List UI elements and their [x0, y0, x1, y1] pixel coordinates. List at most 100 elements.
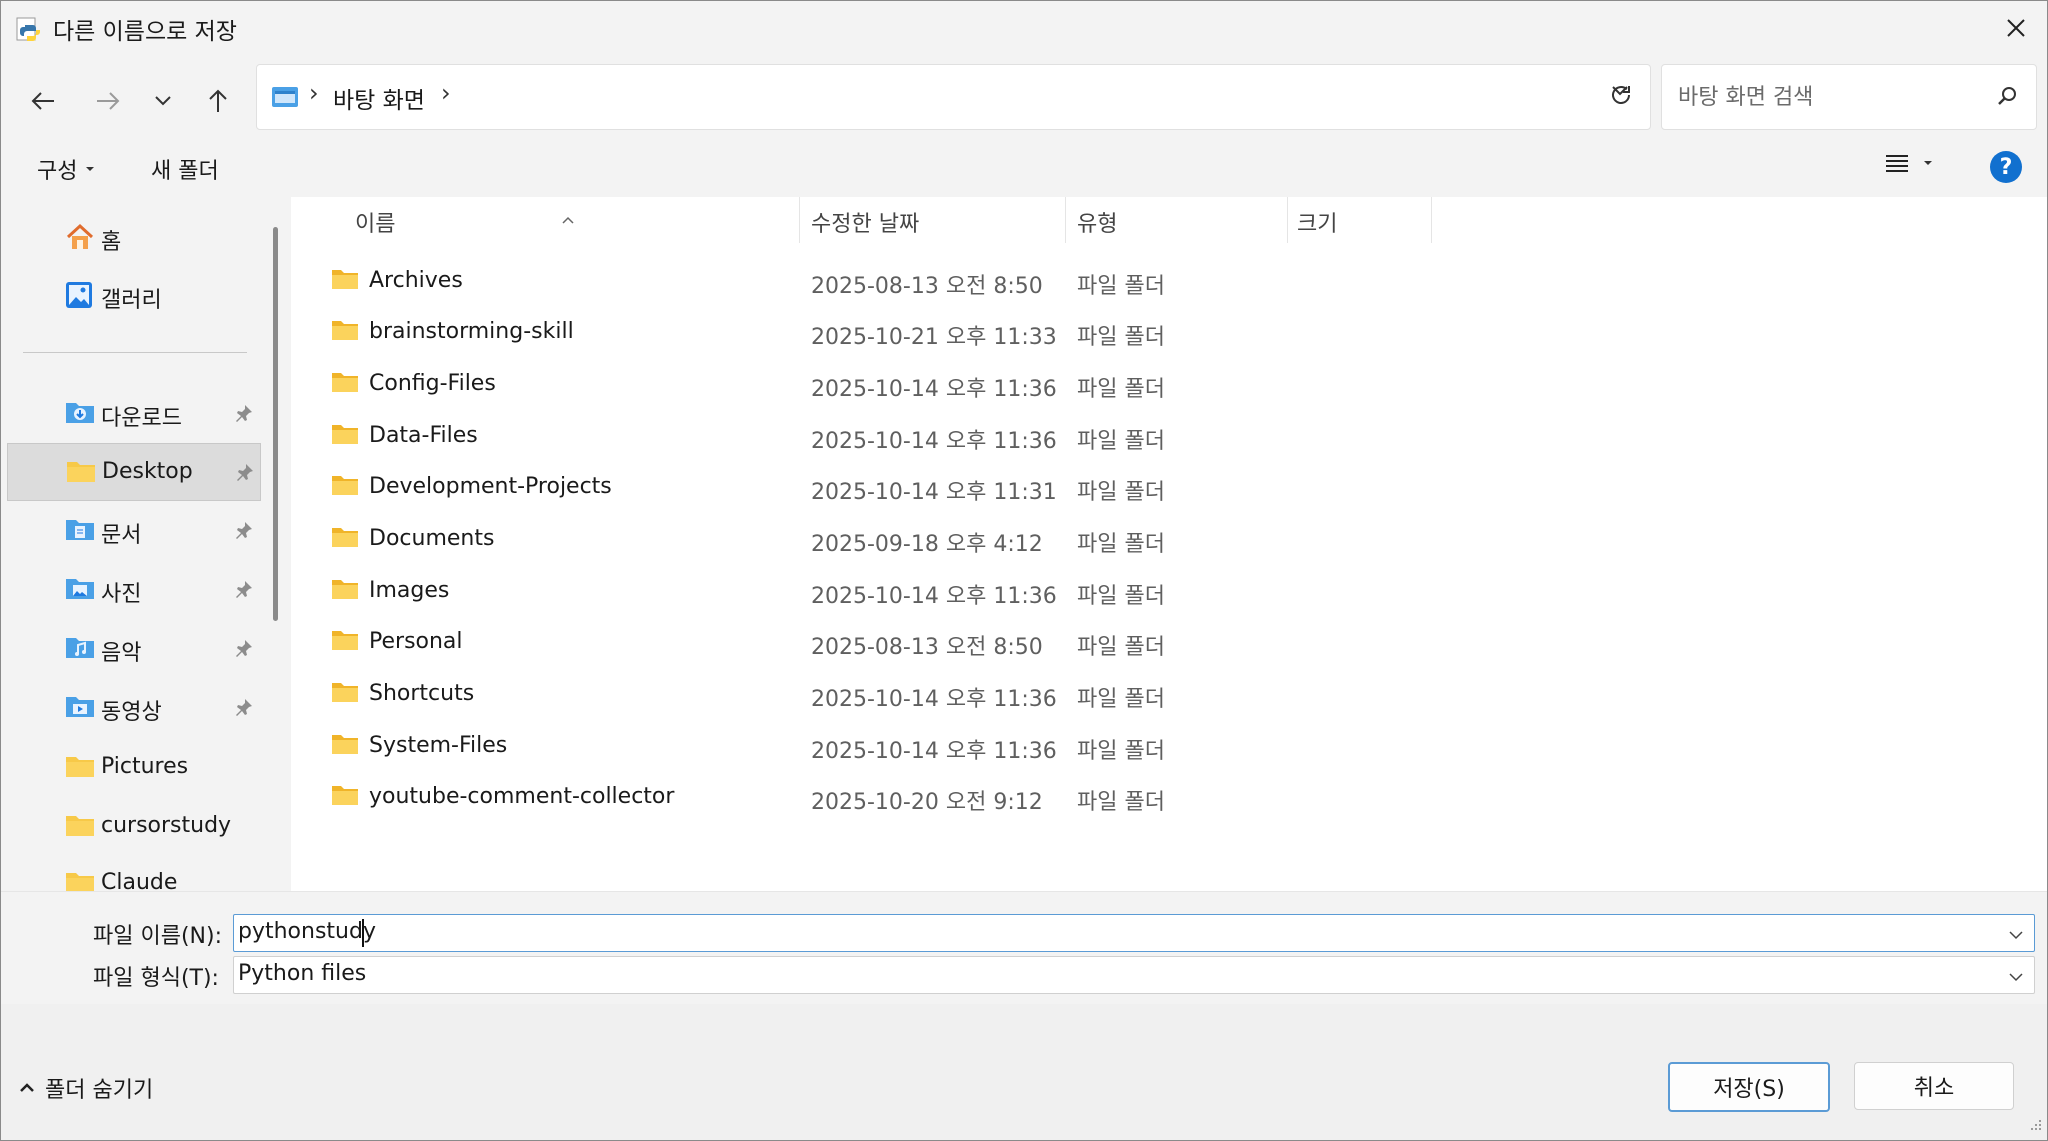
close-button[interactable]: [1985, 1, 2047, 55]
pin-icon[interactable]: [236, 462, 254, 487]
recent-locations-button[interactable]: [141, 79, 185, 123]
save-as-dialog: 다른 이름으로 저장 › 바탕 화면 › 바탕 화면 검색 구성 새 폴더 ? …: [0, 0, 2048, 1141]
file-row[interactable]: youtube-comment-collector 2025-10-20 오전 …: [291, 772, 1191, 822]
filetype-select[interactable]: Python files: [233, 956, 2035, 994]
file-row[interactable]: Shortcuts 2025-10-14 오후 11:36 파일 폴더: [291, 669, 1191, 719]
folder-icon: [331, 784, 359, 812]
sidebar-item-desktop[interactable]: Desktop: [7, 443, 261, 501]
folder-icon: [65, 812, 94, 840]
sidebar-item-pictures-folder[interactable]: Pictures: [7, 739, 259, 795]
title-bar: 다른 이름으로 저장: [1, 1, 2047, 55]
folder-icon: [331, 319, 359, 347]
pin-icon[interactable]: [235, 520, 253, 545]
sidebar-item-label: 음악: [101, 641, 142, 666]
sidebar-item-gallery[interactable]: 갤러리: [7, 267, 259, 323]
file-type: 파일 폴더: [1077, 325, 1165, 350]
forward-button[interactable]: [86, 79, 130, 123]
sidebar-scrollbar[interactable]: [273, 227, 278, 621]
column-header-modified[interactable]: 수정한 날짜: [801, 197, 1065, 243]
filename-label: 파일 이름(N):: [93, 924, 222, 949]
sidebar-item-videos[interactable]: 동영상: [7, 679, 259, 735]
file-row[interactable]: Images 2025-10-14 오후 11:36 파일 폴더: [291, 566, 1191, 616]
help-button[interactable]: ?: [1990, 151, 2022, 183]
column-header-name[interactable]: 이름: [291, 197, 801, 243]
file-row[interactable]: Archives 2025-08-13 오전 8:50 파일 폴더: [291, 256, 1191, 306]
file-name: Documents: [369, 526, 495, 551]
file-row[interactable]: Data-Files 2025-10-14 오후 11:36 파일 폴더: [291, 411, 1191, 461]
breadcrumb-desktop[interactable]: 바탕 화면: [333, 81, 425, 115]
search-box[interactable]: [1661, 64, 2037, 130]
file-modified: 2025-10-14 오후 11:36: [811, 377, 1057, 402]
pin-icon[interactable]: [235, 697, 253, 722]
pin-icon[interactable]: [235, 403, 253, 428]
organize-button[interactable]: 구성: [37, 153, 95, 185]
pin-icon[interactable]: [235, 638, 253, 663]
file-name: Data-Files: [369, 423, 478, 448]
folder-icon: [331, 371, 359, 399]
column-divider[interactable]: [799, 197, 800, 243]
sidebar-item-claude[interactable]: Claude: [7, 855, 259, 891]
change-view-button[interactable]: [1885, 153, 1933, 173]
dialog-title: 다른 이름으로 저장: [53, 19, 237, 45]
address-bar[interactable]: › 바탕 화면 ›: [256, 64, 1651, 130]
python-icon: [15, 15, 43, 43]
file-name: Config-Files: [369, 371, 496, 396]
save-button[interactable]: 저장(S): [1668, 1062, 1830, 1112]
breadcrumb-separator[interactable]: ›: [441, 79, 451, 107]
arrow-right-icon: [97, 92, 120, 110]
file-modified: 2025-10-21 오후 11:33: [811, 325, 1057, 350]
caret-down-icon: [1924, 161, 1932, 165]
pin-icon[interactable]: [235, 579, 253, 604]
folder-icon: [331, 629, 359, 657]
sidebar-item-label: Claude: [101, 870, 178, 891]
refresh-icon: [1612, 86, 1630, 104]
file-type: 파일 폴더: [1077, 739, 1165, 764]
sidebar-item-label: 문서: [101, 523, 142, 548]
file-row[interactable]: System-Files 2025-10-14 오후 11:36 파일 폴더: [291, 721, 1191, 771]
save-form: 파일 이름(N): pythonstudy 파일 형식(T): Python f…: [1, 891, 2047, 1004]
new-folder-button[interactable]: 새 폴더: [151, 153, 219, 185]
gallery-icon: [65, 281, 93, 309]
sidebar-item-home[interactable]: 홈: [7, 209, 259, 265]
hide-folders-button[interactable]: 폴더 숨기기: [19, 1072, 153, 1104]
folder-icon: [65, 753, 94, 781]
file-modified: 2025-08-13 오전 8:50: [811, 274, 1043, 299]
file-type: 파일 폴더: [1077, 584, 1165, 609]
sidebar-item-pictures[interactable]: 사진: [7, 561, 259, 617]
file-name: Development-Projects: [369, 474, 612, 499]
filename-input[interactable]: pythonstudy: [238, 919, 376, 944]
column-header-label: 수정한 날짜: [811, 212, 920, 237]
column-divider[interactable]: [1065, 197, 1066, 243]
chevron-down-icon[interactable]: [2008, 926, 2024, 945]
search-input[interactable]: [1676, 79, 1980, 115]
documents-folder-icon: [65, 516, 94, 544]
refresh-button[interactable]: [1599, 73, 1643, 117]
back-button[interactable]: [21, 79, 65, 123]
column-header-label: 이름: [355, 212, 396, 237]
file-type: 파일 폴더: [1077, 635, 1165, 660]
filename-combobox[interactable]: pythonstudy: [233, 914, 2035, 952]
resize-grip-icon[interactable]: [2027, 1116, 2043, 1136]
column-header-size[interactable]: 크기: [1289, 197, 1431, 243]
sidebar-item-documents[interactable]: 문서: [7, 502, 259, 558]
sidebar-item-music[interactable]: 음악: [7, 620, 259, 676]
column-divider[interactable]: [1287, 197, 1288, 243]
search-icon[interactable]: [1996, 85, 2018, 111]
sidebar-item-downloads[interactable]: 다운로드: [7, 385, 259, 441]
desktop-folder-icon: [271, 85, 299, 113]
file-name: Personal: [369, 629, 463, 654]
file-row[interactable]: brainstorming-skill 2025-10-21 오후 11:33 …: [291, 307, 1191, 357]
file-row[interactable]: Documents 2025-09-18 오후 4:12 파일 폴더: [291, 514, 1191, 564]
file-type: 파일 폴더: [1077, 377, 1165, 402]
sidebar-item-cursorstudy[interactable]: cursorstudy: [7, 798, 259, 854]
file-row[interactable]: Personal 2025-08-13 오전 8:50 파일 폴더: [291, 617, 1191, 667]
column-header-type[interactable]: 유형: [1067, 197, 1287, 243]
file-row[interactable]: Config-Files 2025-10-14 오후 11:36 파일 폴더: [291, 359, 1191, 409]
file-row[interactable]: Development-Projects 2025-10-14 오후 11:31…: [291, 462, 1191, 512]
cancel-button[interactable]: 취소: [1854, 1062, 2014, 1110]
sidebar-item-label: 동영상: [101, 700, 162, 725]
column-divider[interactable]: [1431, 197, 1432, 243]
folder-icon: [331, 474, 359, 502]
up-button[interactable]: [196, 79, 240, 123]
chevron-down-icon[interactable]: [2008, 968, 2024, 987]
